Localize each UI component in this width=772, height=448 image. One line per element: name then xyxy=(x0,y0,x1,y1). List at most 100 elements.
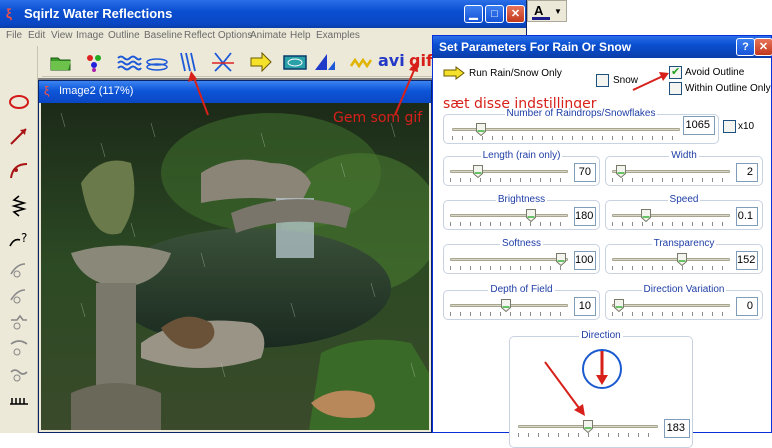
shape-tool-2-icon[interactable] xyxy=(7,282,31,306)
menu-file[interactable]: File xyxy=(6,30,22,41)
maximize-button[interactable]: □ xyxy=(485,5,504,23)
background-app-toolbar: A ▼ xyxy=(527,0,772,30)
dialog-title: Set Parameters For Rain Or Snow xyxy=(439,40,632,54)
x10-checkbox[interactable] xyxy=(723,120,736,133)
svg-text:?: ? xyxy=(21,231,27,245)
raindrops-slider-thumb[interactable] xyxy=(475,123,486,136)
menu-examples[interactable]: Examples xyxy=(316,30,360,41)
main-window-title: Sqirlz Water Reflections xyxy=(24,6,173,21)
menu-view[interactable]: View xyxy=(51,30,73,41)
speed-value[interactable]: 0.1 xyxy=(736,207,758,226)
softness-value[interactable]: 100 xyxy=(574,251,596,270)
dialog-body: Run Rain/Snow Only Snow Avoid Outline Wi… xyxy=(433,58,771,448)
color-dots-icon[interactable] xyxy=(82,50,108,74)
raindrops-value[interactable]: 1065 xyxy=(683,116,715,135)
ripple-icon[interactable] xyxy=(144,50,170,74)
brightness-value[interactable]: 180 xyxy=(574,207,596,226)
minimize-button[interactable]: ▁ xyxy=(464,5,483,23)
length-slider-ticks xyxy=(450,178,568,182)
width-slider-track[interactable] xyxy=(612,170,730,173)
menu-edit[interactable]: Edit xyxy=(28,30,45,41)
red-arrow-to-gif-button xyxy=(394,61,418,116)
open-folder-icon[interactable] xyxy=(48,50,74,74)
menu-image[interactable]: Image xyxy=(76,30,104,41)
help-shape-tool-icon[interactable]: ? xyxy=(7,228,31,252)
speed-slider-thumb[interactable] xyxy=(641,209,652,222)
red-arrow-to-direction-slider xyxy=(544,361,585,416)
font-color-button[interactable]: A ▼ xyxy=(527,0,567,22)
brightness-group: Brightness 180 xyxy=(443,194,600,230)
raindrops-slider-track[interactable] xyxy=(452,128,680,131)
raindrops-group: Number of Raindrops/Snowflakes xyxy=(443,108,719,144)
close-button[interactable]: ✕ xyxy=(506,5,525,23)
menu-reflect-options[interactable]: Reflect Options xyxy=(184,30,252,41)
shape-tool-3-icon[interactable] xyxy=(7,308,31,332)
length-label: Length (rain only) xyxy=(480,150,563,161)
help-button[interactable]: ? xyxy=(736,38,755,56)
menu-outline[interactable]: Outline xyxy=(108,30,140,41)
brightness-slider-track[interactable] xyxy=(450,214,568,217)
baseline-tool-icon[interactable] xyxy=(7,388,31,412)
rain-snow-dialog: Set Parameters For Rain Or Snow ? ✕ Run … xyxy=(432,35,772,448)
font-color-icon: A xyxy=(534,3,544,18)
length-slider-track[interactable] xyxy=(450,170,568,173)
transparency-label: Transparency xyxy=(651,238,717,249)
depth-of-field-slider-thumb[interactable] xyxy=(500,299,511,312)
dialog-titlebar[interactable]: Set Parameters For Rain Or Snow ? ✕ xyxy=(433,36,772,58)
raindrops-slider-ticks xyxy=(452,136,680,140)
brightness-slider-ticks xyxy=(450,222,568,226)
depth-of-field-label: Depth of Field xyxy=(488,284,555,295)
direction-variation-slider-thumb[interactable] xyxy=(614,299,625,312)
water-waves-icon[interactable] xyxy=(116,50,142,74)
transparency-slider-track[interactable] xyxy=(612,258,730,261)
width-slider-thumb[interactable] xyxy=(616,165,627,178)
menu-animate[interactable]: Animate xyxy=(250,30,287,41)
brightness-slider-thumb[interactable] xyxy=(525,209,536,222)
width-value[interactable]: 2 xyxy=(736,163,758,182)
direction-slider-ticks xyxy=(518,433,658,437)
speed-slider-track[interactable] xyxy=(612,214,730,217)
run-arrow-icon[interactable] xyxy=(443,66,465,80)
dialog-close-button[interactable]: ✕ xyxy=(754,38,772,56)
direction-slider-thumb[interactable] xyxy=(583,420,593,433)
shape-tool-5-icon[interactable] xyxy=(7,360,31,384)
depth-of-field-group: Depth of Field 10 xyxy=(443,284,600,320)
depth-of-field-value[interactable]: 10 xyxy=(574,297,596,316)
direction-variation-slider-track[interactable] xyxy=(612,304,730,307)
image-child-window[interactable]: ξ Image2 (117%) xyxy=(38,80,432,433)
zigzag-line-tool-icon[interactable] xyxy=(7,194,31,218)
shape-tool-1-icon[interactable] xyxy=(7,256,31,280)
shape-tool-4-icon[interactable] xyxy=(7,334,31,358)
length-slider-thumb[interactable] xyxy=(472,165,483,178)
width-label: Width xyxy=(669,150,699,161)
speed-label: Speed xyxy=(667,194,701,205)
image-canvas[interactable] xyxy=(41,103,429,430)
depth-of-field-slider-ticks xyxy=(450,312,568,316)
sqirlz-app-icon[interactable]: ξ xyxy=(6,6,20,22)
menu-help[interactable]: Help xyxy=(290,30,311,41)
ellipse-tool-icon[interactable] xyxy=(7,90,31,114)
frame-image-icon[interactable] xyxy=(282,50,308,74)
transparency-value[interactable]: 152 xyxy=(736,251,758,270)
zigzag-icon[interactable] xyxy=(348,50,374,74)
direction-variation-slider-ticks xyxy=(612,312,730,316)
transparency-slider-thumb[interactable] xyxy=(676,253,687,266)
snow-checkbox[interactable] xyxy=(596,74,609,87)
perspective-icon[interactable] xyxy=(312,50,338,74)
length-value[interactable]: 70 xyxy=(574,163,596,182)
softness-slider-ticks xyxy=(450,266,568,270)
direction-value[interactable]: 183 xyxy=(664,419,690,438)
chevron-down-icon[interactable]: ▼ xyxy=(554,7,562,16)
menu-baseline[interactable]: Baseline xyxy=(144,30,182,41)
run-arrow-icon[interactable] xyxy=(248,50,274,74)
softness-slider-thumb[interactable] xyxy=(555,253,566,266)
direction-variation-label: Direction Variation xyxy=(641,284,727,295)
direction-group: Direction 183 xyxy=(509,330,693,448)
line-arrow-tool-icon[interactable] xyxy=(7,124,31,148)
direction-variation-value[interactable]: 0 xyxy=(736,297,758,316)
speed-slider-ticks xyxy=(612,222,730,226)
run-rain-snow-only-label[interactable]: Run Rain/Snow Only xyxy=(469,68,562,79)
softness-slider-track[interactable] xyxy=(450,258,568,261)
main-titlebar[interactable]: ξ Sqirlz Water Reflections ▁ □ ✕ xyxy=(0,0,526,28)
curve-tool-icon[interactable] xyxy=(7,158,31,182)
